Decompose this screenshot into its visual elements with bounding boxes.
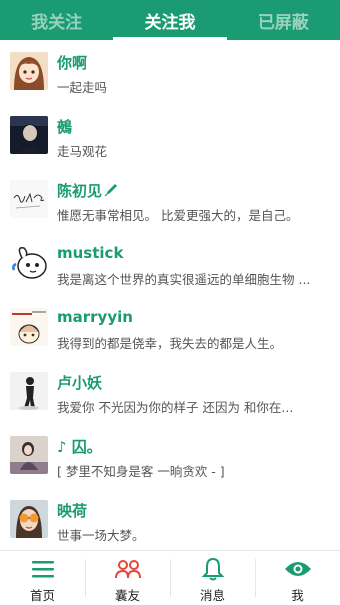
follower-list: 你啊 一起走吗 鵺 走马观花 陈初见 惟愿无事常相见。 比爱更强大的，是自己。 … [0,40,340,550]
nav-label: 首页 [29,588,55,603]
handwriting-avatar[interactable] [10,180,48,218]
tab-blocked[interactable]: 已屏蔽 [227,0,340,40]
top-tab-bar: 我关注 关注我 已屏蔽 [0,0,340,40]
bottom-nav: 首页 囊友 消息 我 [0,550,340,605]
user-name[interactable]: 映荷 [57,500,87,521]
list-item[interactable]: 卢小妖 我爱你 不光因为你的样子 还因为 和你在... [0,360,340,424]
tab-followers[interactable]: 关注我 [113,0,227,40]
nav-label: 我 [291,588,304,603]
nav-messages[interactable]: 消息 [170,551,255,605]
user-signature: 我是离这个世界的真实很遥远的单细胞生物 ... [57,272,311,287]
user-name-text: 陈初见 [57,182,103,200]
user-name[interactable]: ♪ 囚。 [57,436,102,457]
list-item[interactable]: 鵺 走马观花 [0,104,340,168]
friends-icon [114,557,142,581]
pen-icon [104,183,118,201]
user-name[interactable]: 鵺 [57,116,72,137]
list-item[interactable]: 陈初见 惟愿无事常相见。 比爱更强大的，是自己。 [0,168,340,232]
nav-home[interactable]: 首页 [0,551,85,605]
user-signature: [ 梦里不知身是客 一晌贪欢 - ] [57,464,225,479]
list-item[interactable]: 你啊 一起走吗 [0,40,340,104]
user-signature: 世事一场大梦。 [57,528,145,543]
list-item[interactable]: ♪ 囚。 [ 梦里不知身是客 一晌贪欢 - ] [0,424,340,488]
list-item[interactable]: mustick 我是离这个世界的真实很遥远的单细胞生物 ... [0,232,340,296]
user-signature: 我得到的都是侥幸，我失去的都是人生。 [57,336,283,351]
dark-portrait-avatar[interactable] [10,116,48,154]
list-item[interactable]: marryyin 我得到的都是侥幸，我失去的都是人生。 [0,296,340,360]
user-signature: 我爱你 不光因为你的样子 还因为 和你在... [57,400,294,415]
user-signature: 一起走吗 [57,80,108,95]
user-name[interactable]: marryyin [57,308,133,326]
cartoon-girl-avatar[interactable] [10,52,48,90]
hamburger-menu-icon [31,557,55,581]
user-name[interactable]: 陈初见 [57,180,118,201]
sunglasses-avatar[interactable] [10,500,48,538]
nav-me[interactable]: 我 [255,551,340,605]
user-name[interactable]: 你啊 [57,52,87,73]
girl-photo-avatar[interactable] [10,436,48,474]
user-signature: 惟愿无事常相见。 比爱更强大的，是自己。 [57,208,299,223]
user-name[interactable]: 卢小妖 [57,372,102,393]
comic-avatar[interactable] [10,308,48,346]
nav-label: 消息 [199,588,225,603]
nav-label: 囊友 [114,588,140,603]
tab-following[interactable]: 我关注 [0,0,113,40]
user-signature: 走马观花 [57,144,108,159]
user-name[interactable]: mustick [57,244,123,262]
eye-icon [284,557,312,581]
list-item[interactable]: 映荷 世事一场大梦。 [0,488,340,550]
rabbit-cartoon-avatar[interactable] [10,244,48,282]
bell-icon [201,557,224,581]
nav-friends[interactable]: 囊友 [85,551,170,605]
silhouette-avatar[interactable] [10,372,48,410]
